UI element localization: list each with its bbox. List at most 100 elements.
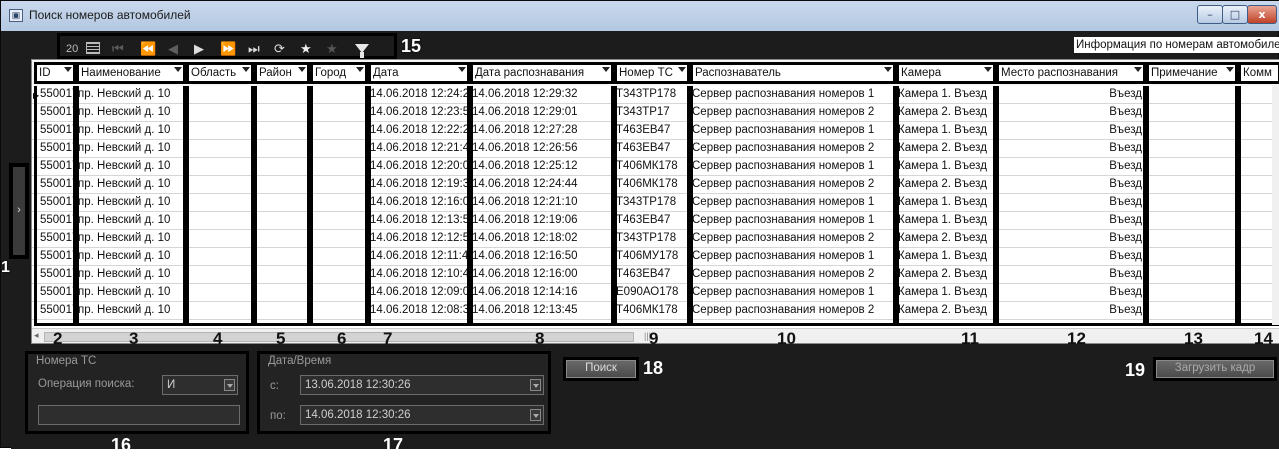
table-cell: 14.06.2018 12:22:21 [370,124,470,136]
table-row[interactable]: 550017 пр. Невский д. 10 14.06.2018 12:21:… [32,140,1279,158]
table-row[interactable]: 550017 пр. Невский д. 10 14.06.2018 12:22:… [32,122,1279,140]
column-header[interactable]: Комм [1238,62,1279,84]
plate-number-input[interactable] [38,405,240,425]
column-filter-dropdown-icon[interactable] [458,67,466,72]
close-button[interactable]: x [1247,5,1277,24]
table-cell: 14.06.2018 12:20:04 [370,160,470,172]
table-row[interactable]: 550017 пр. Невский д. 10 14.06.2018 12:11:… [32,248,1279,266]
table-cell: 14.06.2018 12:10:48 [370,268,470,280]
maximize-button[interactable]: □ [1222,5,1248,24]
column-header[interactable]: Область [186,62,254,84]
table-cell: Камера 1. Въезд [898,124,987,136]
first-page-icon[interactable]: ⏮ [112,42,124,57]
table-cell: пр. Невский д. 10 [78,160,171,172]
column-filter-dropdown-icon[interactable] [602,67,610,72]
table-cell: Сервер распознавания номеров 1 [692,250,875,262]
table-cell: 550017 [40,106,76,118]
column-header[interactable]: Дата распознавания [470,62,614,84]
column-filter-dropdown-icon[interactable] [174,67,182,72]
next-page-icon[interactable]: ⏩ [220,42,236,57]
column-filter-dropdown-icon[interactable] [298,67,306,72]
date-to-input[interactable]: 14.06.2018 12:30:26 [300,405,544,425]
table-cell: 14.06.2018 12:11:41 [370,250,470,262]
search-operation-select[interactable]: И [162,375,238,395]
table-cell: Въезд [1109,268,1142,280]
grid-icon[interactable] [86,42,100,54]
column-header[interactable]: Номер ТС [614,62,690,84]
table-cell: Сервер распознавания номеров 1 [692,124,875,136]
table-cell: Сервер распознавания номеров 1 [692,88,875,100]
table-cell: Т406МК178 [616,178,678,190]
table-cell: Сервер распознавания номеров 2 [692,178,875,190]
column-header[interactable]: Город [310,62,368,84]
search-button[interactable]: Поиск [563,357,639,381]
favorite-icon[interactable]: ★ [300,42,312,57]
table-cell: пр. Невский д. 10 [78,214,171,226]
table-cell: 14.06.2018 12:13:45 [472,304,578,316]
next-icon[interactable]: ▶ [194,42,204,57]
table-cell: Камера 2. Въезд [898,232,987,244]
table-cell [254,248,310,266]
table-cell: Камера 2. Въезд [898,268,987,280]
column-filter-dropdown-icon[interactable] [984,67,992,72]
table-cell: 14.06.2018 12:24:24 [370,88,470,100]
column-header[interactable]: Место распознавания [996,62,1146,84]
column-header-label: Распознаватель [695,67,781,79]
table-row[interactable]: 550017 пр. Невский д. 10 14.06.2018 12:09:… [32,284,1279,302]
column-filter-dropdown-icon[interactable] [1226,67,1234,72]
column-filter-dropdown-icon[interactable] [884,67,892,72]
refresh-icon[interactable]: ⟳ [274,42,285,57]
page-size-value[interactable]: 20 [66,43,78,55]
column-filter-dropdown-icon[interactable] [242,67,250,72]
table-row[interactable]: 550017 пр. Невский д. 10 14.06.2018 12:23:… [32,104,1279,122]
date-from-input[interactable]: 13.06.2018 12:30:26 [300,375,544,395]
filter-icon[interactable] [355,44,369,58]
prev-icon[interactable]: ◀ [168,42,178,57]
table-row[interactable]: 550017 пр. Невский д. 10 14.06.2018 12:20:… [32,158,1279,176]
chevron-down-icon[interactable] [224,379,235,391]
chevron-down-icon[interactable] [530,379,541,391]
load-frame-button[interactable]: Загрузить кадр [1153,357,1277,381]
table-row[interactable]: 550017 пр. Невский д. 10 14.06.2018 12:12:… [32,230,1279,248]
title-bar: ▣ Поиск номеров автомобилей – □ x [1,1,1279,31]
table-row[interactable]: 550017 пр. Невский д. 10 14.06.2018 12:19:… [32,176,1279,194]
table-cell [310,230,368,248]
table-cell: Камера 2. Въезд [898,304,987,316]
column-header[interactable]: Примечание [1146,62,1238,84]
column-header[interactable]: Камера [896,62,996,84]
column-filter-dropdown-icon[interactable] [678,67,686,72]
add-favorite-icon[interactable]: ★ [326,42,338,57]
column-header[interactable]: Дата [368,62,470,84]
table-row[interactable]: 550017 пр. Невский д. 10 14.06.2018 12:16:… [32,194,1279,212]
app-icon: ▣ [9,9,23,22]
column-header[interactable]: Распознаватель [690,62,896,84]
scroll-left-icon[interactable]: ◂ [34,330,39,341]
table-cell: Въезд [1109,250,1142,262]
column-filter-dropdown-icon[interactable] [64,67,72,72]
table-cell: 14.06.2018 12:16:02 [370,196,470,208]
table-cell [254,104,310,122]
table-cell: 14.06.2018 12:19:33 [370,178,470,190]
column-filter-dropdown-icon[interactable] [356,67,364,72]
table-row[interactable]: 550017 пр. Невский д. 10 14.06.2018 12:24:… [32,86,1279,104]
table-cell [1146,140,1238,158]
table-cell: Въезд [1109,304,1142,316]
column-header[interactable]: Район [254,62,310,84]
column-header[interactable]: Наименование [76,62,186,84]
last-page-icon[interactable]: ⏭ [248,42,260,57]
vertical-scrollbar[interactable] [1272,85,1279,325]
chevron-down-icon[interactable] [530,409,541,421]
minimize-button[interactable]: – [1197,5,1223,24]
column-header[interactable]: ID [34,62,76,84]
prev-page-icon[interactable]: ⏪ [140,42,156,57]
table-row[interactable]: 550017 пр. Невский д. 10 14.06.2018 12:08:… [32,302,1279,320]
table-cell [310,122,368,140]
table-row[interactable]: 550017 пр. Невский д. 10 14.06.2018 12:10:… [32,266,1279,284]
table-cell: Въезд [1109,286,1142,298]
column-filter-dropdown-icon[interactable] [1134,67,1142,72]
table-cell [310,212,368,230]
side-panel-toggle[interactable]: › [9,163,29,259]
column-header-label: Место распознавания [1001,67,1119,79]
table-row[interactable]: 550017 пр. Невский д. 10 14.06.2018 12:13:… [32,212,1279,230]
column-header-label: ID [39,67,51,79]
